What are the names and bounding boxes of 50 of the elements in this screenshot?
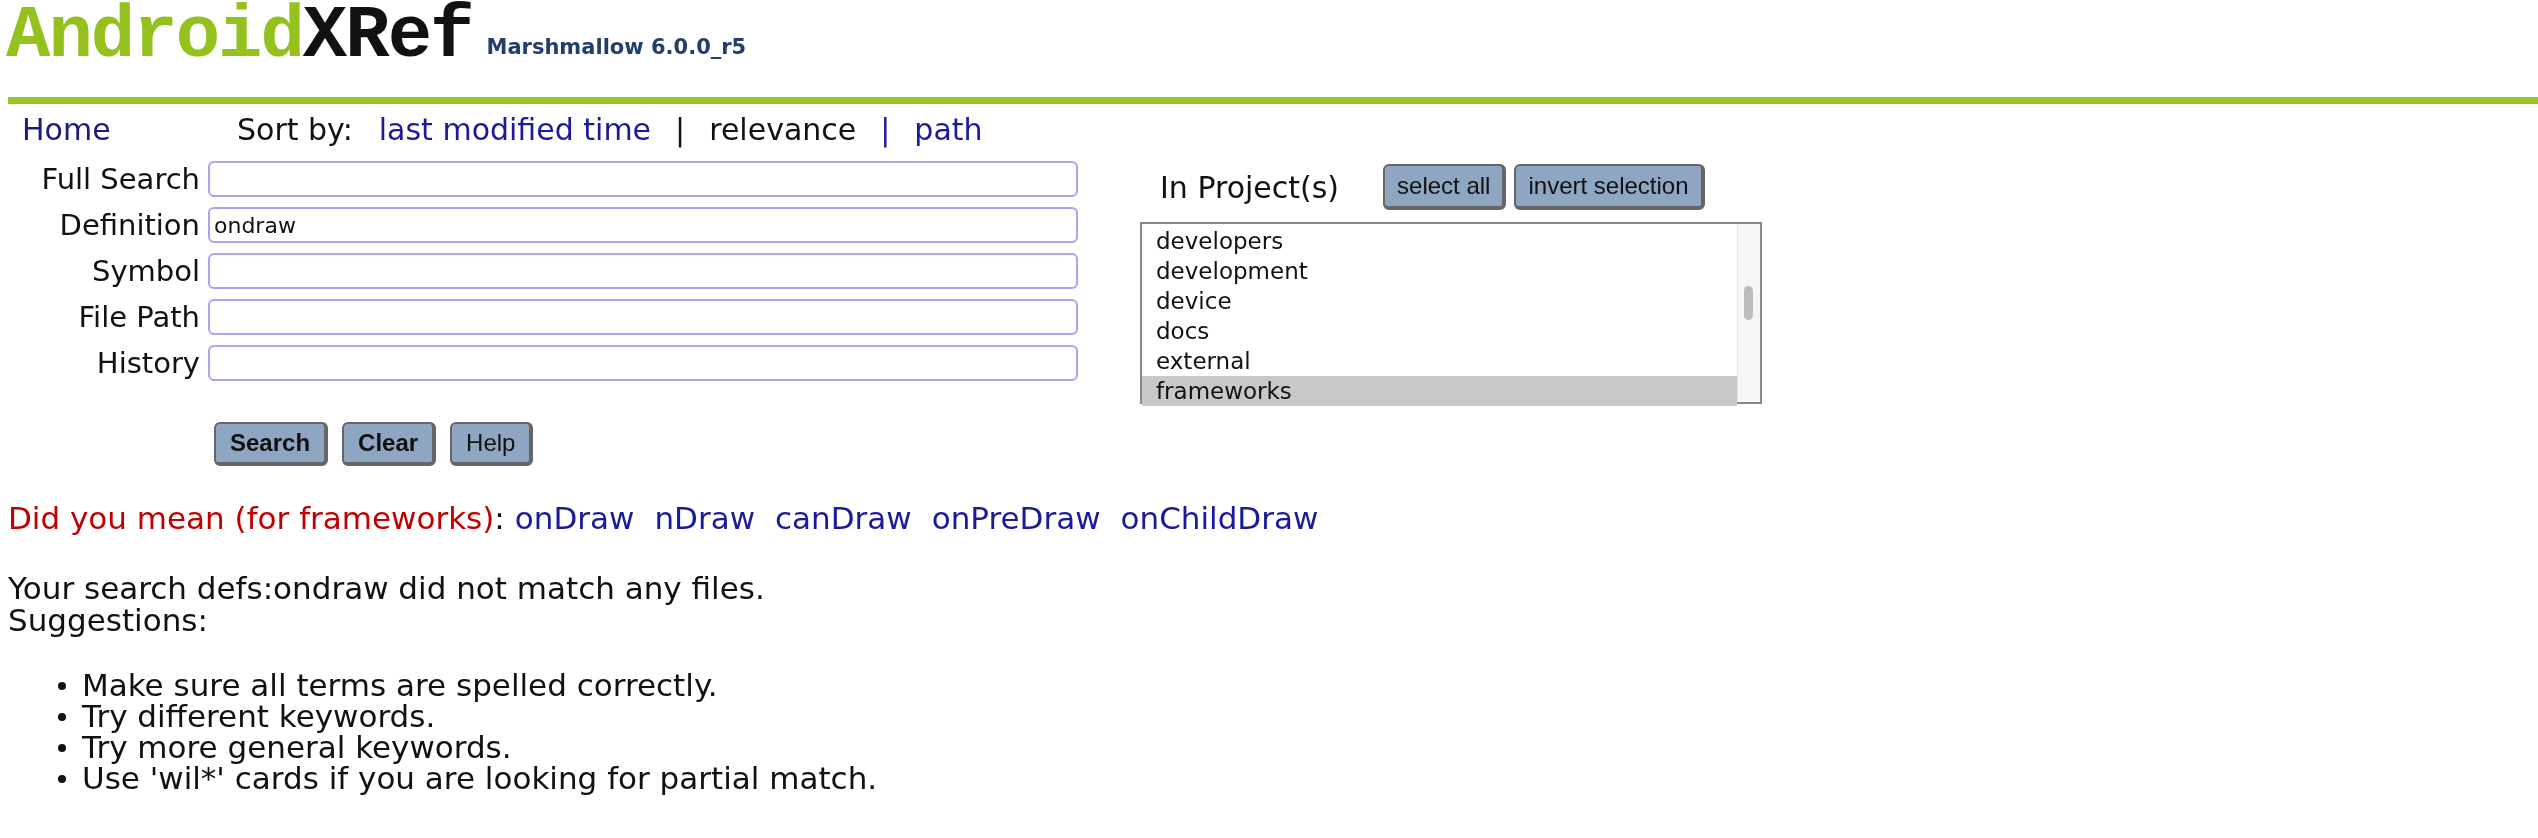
project-list[interactable]: developers development device docs external frameworks xyxy=(1140,222,1762,405)
tip-text: Try different keywords. xyxy=(82,701,436,733)
home-link[interactable]: Home xyxy=(22,111,237,147)
field-label: Symbol xyxy=(90,254,200,289)
input-field[interactable] xyxy=(208,345,1078,382)
project-item[interactable]: frameworks xyxy=(1142,376,1737,407)
bullet-icon xyxy=(58,681,66,690)
input-field[interactable] xyxy=(208,253,1078,290)
tip-text: Try more general keywords. xyxy=(82,732,512,764)
help-button[interactable]: Help xyxy=(450,422,534,467)
suggestion-label: Did you mean (for frameworks) xyxy=(8,500,495,537)
site-logo[interactable]: AndroidXRef xyxy=(6,0,473,80)
project-item[interactable]: docs xyxy=(1142,316,1737,347)
sort-option-link[interactable]: relevance xyxy=(709,111,857,147)
suggestion-link[interactable]: onPreDraw xyxy=(931,500,1101,537)
suggestions-heading: Suggestions: xyxy=(8,604,209,637)
project-item[interactable]: device xyxy=(1142,286,1737,317)
suggestion-link[interactable]: onChildDraw xyxy=(1120,500,1319,537)
project-item[interactable]: developers xyxy=(1142,226,1737,257)
sort-label: Sort by: xyxy=(237,111,353,147)
projects-label: In Project(s) xyxy=(1160,169,1340,205)
input-field[interactable] xyxy=(208,299,1078,336)
version-label: Marshmallow 6.0.0_r5 xyxy=(486,35,747,62)
project-item[interactable]: development xyxy=(1142,256,1737,287)
sort-option-link[interactable]: path xyxy=(914,111,983,147)
bullet-icon xyxy=(58,712,66,721)
project-item[interactable]: external xyxy=(1142,346,1737,377)
selection-button[interactable]: invert selection xyxy=(1514,164,1705,211)
separator: | xyxy=(675,111,686,147)
input-field[interactable] xyxy=(208,161,1078,198)
field-label: Definition xyxy=(58,208,200,243)
field-label: File Path xyxy=(77,300,200,335)
field-label: Full Search xyxy=(40,162,200,197)
colon: : xyxy=(494,500,505,537)
suggestion-link[interactable]: nDraw xyxy=(654,500,756,537)
scrollbar[interactable] xyxy=(1737,224,1760,403)
tip-text: Make sure all terms are spelled correctly. xyxy=(82,670,718,702)
bullet-icon xyxy=(58,774,66,783)
suggestion-link[interactable]: onDraw xyxy=(514,500,635,537)
input-field[interactable]: ondraw xyxy=(208,207,1078,244)
action-button[interactable]: Clear xyxy=(342,422,437,467)
suggestion-link[interactable]: canDraw xyxy=(775,500,912,537)
result-message: Your search defs:ondraw did not match any files. xyxy=(8,572,766,605)
separator: | xyxy=(880,111,891,147)
bullet-icon xyxy=(58,743,66,752)
tip-text: Use 'wil*' cards if you are looking for partial match. xyxy=(82,763,878,795)
selection-button[interactable]: select all xyxy=(1383,164,1507,211)
field-label: History xyxy=(95,346,200,381)
sort-option-link[interactable]: last modified time xyxy=(378,111,652,147)
action-button[interactable]: Search xyxy=(214,422,329,467)
